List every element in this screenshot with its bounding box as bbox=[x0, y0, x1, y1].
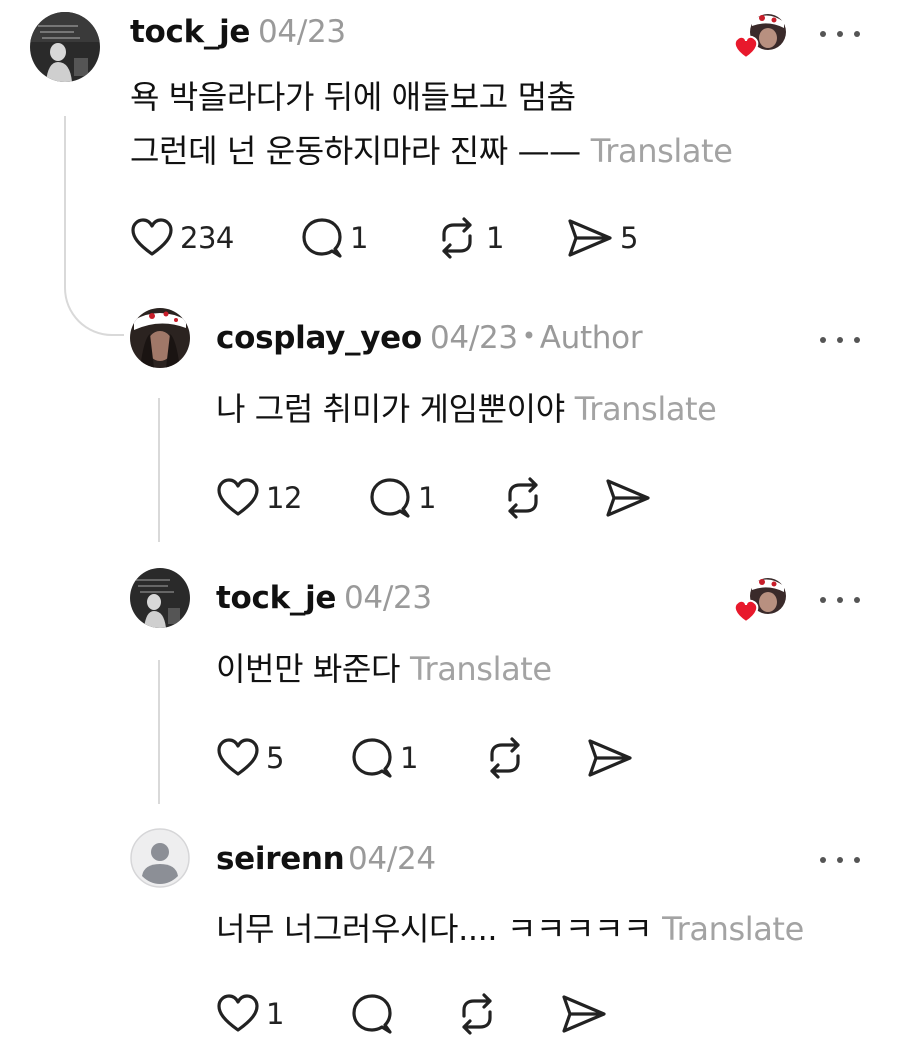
translate-link[interactable]: Translate bbox=[575, 390, 717, 428]
thread-line bbox=[64, 116, 66, 276]
share-count: 5 bbox=[620, 221, 638, 255]
repost-count: 1 bbox=[486, 221, 504, 255]
avatar[interactable] bbox=[30, 12, 100, 82]
reply-count: 1 bbox=[418, 481, 436, 515]
comment-text: 욕 박을라다가 뒤에 애들보고 멈춤 그런데 넌 운동하지마라 진짜 —— Tra… bbox=[130, 70, 733, 178]
author-tag: Author bbox=[539, 320, 643, 356]
translate-link[interactable]: Translate bbox=[662, 910, 804, 948]
like-count: 1 bbox=[266, 997, 284, 1031]
heart-icon bbox=[217, 738, 259, 776]
thread-line bbox=[158, 660, 160, 804]
timestamp: 04/23 bbox=[258, 14, 346, 50]
liked-by-author-badge bbox=[732, 12, 788, 62]
speech-bubble-icon bbox=[352, 994, 392, 1034]
more-dots-icon[interactable] bbox=[820, 27, 860, 41]
red-heart-icon bbox=[733, 35, 759, 60]
share-button[interactable] bbox=[586, 736, 640, 780]
comment-text-line: 욕 박을라다가 뒤에 애들보고 멈춤 bbox=[130, 78, 576, 116]
username[interactable]: seirenn bbox=[216, 841, 345, 877]
comment-text: 나 그럼 취미가 게임뿐이야 Translate bbox=[216, 382, 717, 436]
repost-icon bbox=[490, 737, 520, 779]
send-icon bbox=[568, 219, 612, 257]
repost-button[interactable] bbox=[500, 476, 552, 520]
like-button[interactable]: 5 bbox=[216, 736, 284, 780]
comment-text-line: 이번만 봐준다 bbox=[216, 650, 401, 688]
reply-count: 1 bbox=[350, 221, 368, 255]
heart-icon bbox=[217, 478, 259, 516]
repost-icon bbox=[508, 477, 538, 519]
more-dots-icon[interactable] bbox=[820, 853, 860, 867]
more-dots-icon[interactable] bbox=[820, 333, 860, 347]
send-icon bbox=[606, 479, 650, 517]
comment-text-line: 그런데 넌 운동하지마라 진짜 —— bbox=[130, 132, 581, 170]
translate-link[interactable]: Translate bbox=[410, 650, 552, 688]
heart-icon bbox=[217, 994, 259, 1032]
speech-bubble-icon bbox=[352, 738, 392, 778]
like-button[interactable]: 1 bbox=[216, 992, 284, 1036]
more-dots-icon[interactable] bbox=[820, 593, 860, 607]
thread-line bbox=[158, 398, 160, 542]
comment-text: 너무 너그러우시다.... ㅋㅋㅋㅋㅋ Translate bbox=[216, 902, 804, 956]
reply-button[interactable]: 1 bbox=[300, 216, 368, 260]
liked-by-author-badge bbox=[732, 576, 788, 626]
send-icon bbox=[588, 739, 632, 777]
like-count: 5 bbox=[266, 741, 284, 775]
username[interactable]: tock_je bbox=[216, 580, 336, 616]
repost-icon bbox=[462, 993, 492, 1035]
avatar[interactable] bbox=[130, 568, 190, 628]
timestamp: 04/23 • Author bbox=[430, 320, 643, 356]
repost-button[interactable] bbox=[482, 736, 534, 780]
translate-link[interactable]: Translate bbox=[591, 132, 733, 170]
speech-bubble-icon bbox=[370, 478, 410, 518]
avatar[interactable] bbox=[130, 308, 190, 368]
repost-button[interactable]: 1 bbox=[434, 216, 504, 260]
share-button[interactable]: 5 bbox=[566, 216, 638, 260]
thread-connector-elbow bbox=[64, 270, 124, 336]
like-count: 12 bbox=[266, 481, 302, 515]
like-button[interactable]: 234 bbox=[130, 216, 234, 260]
comment-text-line: 나 그럼 취미가 게임뿐이야 bbox=[216, 390, 565, 428]
reply-count: 1 bbox=[400, 741, 418, 775]
comment-text-line: 너무 너그러우시다.... ㅋㅋㅋㅋㅋ bbox=[216, 910, 653, 948]
send-icon bbox=[562, 995, 606, 1033]
speech-bubble-icon bbox=[302, 218, 342, 258]
comment-text: 이번만 봐준다 Translate bbox=[216, 642, 552, 696]
reply-button[interactable]: 1 bbox=[368, 476, 436, 520]
meta-separator: • bbox=[521, 322, 536, 350]
repost-button[interactable] bbox=[454, 992, 506, 1036]
avatar[interactable] bbox=[130, 828, 190, 888]
reply-button[interactable] bbox=[350, 992, 400, 1036]
heart-icon bbox=[131, 218, 173, 256]
reply-button[interactable]: 1 bbox=[350, 736, 418, 780]
username[interactable]: cosplay_yeo bbox=[216, 320, 422, 356]
share-button[interactable] bbox=[604, 476, 658, 520]
username[interactable]: tock_je bbox=[130, 14, 250, 50]
like-count: 234 bbox=[180, 221, 234, 255]
red-heart-icon bbox=[733, 599, 759, 624]
timestamp: 04/24 bbox=[348, 841, 436, 877]
share-button[interactable] bbox=[560, 992, 614, 1036]
like-button[interactable]: 12 bbox=[216, 476, 302, 520]
repost-icon bbox=[442, 217, 472, 259]
timestamp: 04/23 bbox=[344, 580, 432, 616]
timestamp-date: 04/23 bbox=[430, 320, 518, 356]
